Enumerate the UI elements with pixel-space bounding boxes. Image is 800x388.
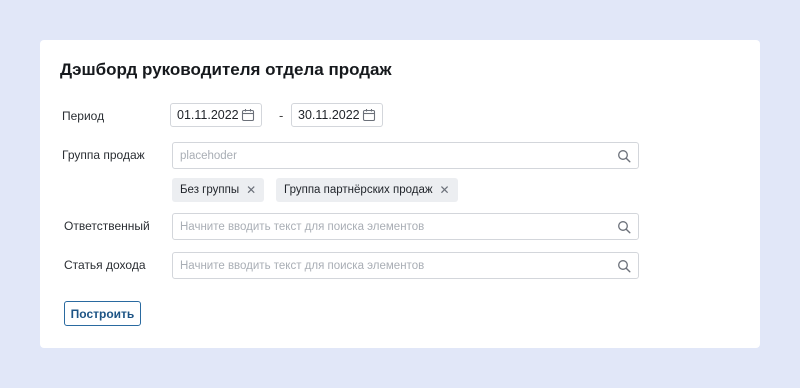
period-separator: - xyxy=(279,108,284,123)
income-item-label: Статья дохода xyxy=(64,258,146,272)
search-icon[interactable] xyxy=(617,220,631,234)
dashboard-card: Дэшборд руководителя отдела продаж Перио… xyxy=(40,40,760,348)
period-label: Период xyxy=(62,109,105,123)
sales-group-label: Группа продаж xyxy=(62,148,145,162)
responsible-label: Ответственный xyxy=(64,219,150,233)
build-button[interactable]: Построить xyxy=(64,301,141,326)
chip-label: Без группы xyxy=(180,184,240,196)
responsible-input[interactable] xyxy=(173,214,638,239)
calendar-icon[interactable] xyxy=(362,108,376,122)
sales-group-search xyxy=(172,142,639,169)
close-icon[interactable]: ✕ xyxy=(246,183,256,197)
period-to-value: 30.11.2022 xyxy=(298,108,360,122)
responsible-search xyxy=(172,213,639,240)
chip-label: Группа партнёрских продаж xyxy=(284,184,433,196)
period-from-value: 01.11.2022 xyxy=(177,108,239,122)
period-from-field[interactable]: 01.11.2022 xyxy=(170,103,262,127)
sales-group-chip: Без группы ✕ xyxy=(172,178,265,202)
income-item-input[interactable] xyxy=(173,253,638,278)
sales-group-input[interactable] xyxy=(173,143,638,168)
income-item-search xyxy=(172,252,639,279)
page-title: Дэшборд руководителя отдела продаж xyxy=(60,60,392,79)
period-to-field[interactable]: 30.11.2022 xyxy=(291,103,383,127)
calendar-icon[interactable] xyxy=(241,108,255,122)
search-icon[interactable] xyxy=(617,259,631,273)
search-icon[interactable] xyxy=(617,149,631,163)
sales-group-chip: Группа партнёрских продаж ✕ xyxy=(276,178,458,202)
close-icon[interactable]: ✕ xyxy=(440,183,450,197)
